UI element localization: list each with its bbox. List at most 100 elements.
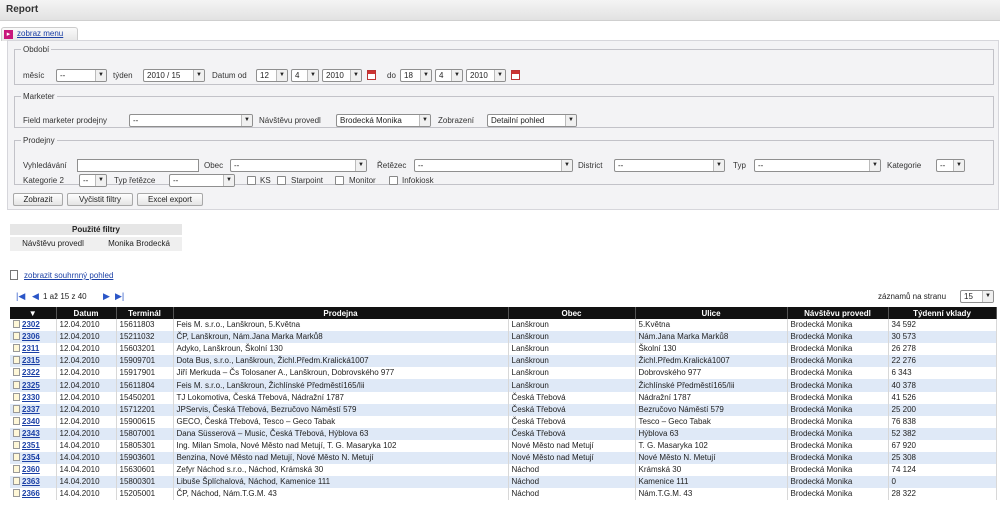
terminal-column-header[interactable]: Terminál (116, 307, 174, 319)
record-link[interactable]: 2302 (22, 320, 40, 329)
edit-icon[interactable] (13, 489, 20, 498)
record-link[interactable]: 2366 (22, 489, 40, 498)
field-marketer-label: Field marketer prodejny (23, 116, 108, 125)
edit-icon[interactable] (13, 465, 20, 474)
terminal-cell: 15909701 (116, 355, 174, 368)
edit-icon[interactable] (13, 356, 20, 365)
starpoint-checkbox[interactable] (277, 176, 286, 185)
od-year-select[interactable]: 2010 ▼ (322, 69, 362, 82)
table-row[interactable]: 2337 12.04.2010 15712201 JPServis, Česká Tř… (10, 403, 997, 416)
navstevu-select[interactable]: Brodecká Monika ▼ (336, 114, 431, 127)
kategorie2-select[interactable]: -- ▼ (79, 174, 107, 187)
kategorie-select[interactable]: -- ▼ (936, 159, 965, 172)
first-page-icon[interactable]: |◀ (16, 291, 25, 302)
field-marketer-select[interactable]: -- ▼ (129, 114, 253, 127)
table-row[interactable]: 2340 12.04.2010 15900615 GECO, Česká Třebov… (10, 415, 997, 428)
edit-icon[interactable] (13, 404, 20, 413)
record-link[interactable]: 2337 (22, 405, 40, 414)
edit-icon[interactable] (13, 477, 20, 486)
street-cell: 5.Května (635, 319, 788, 332)
obec-select[interactable]: -- ▼ (230, 159, 367, 172)
record-link[interactable]: 2360 (22, 465, 40, 474)
menu-toggle-tab[interactable]: ▸ zobraz menu (1, 27, 78, 41)
vklady-column-header[interactable]: Týdenní vklady (888, 307, 997, 319)
record-link[interactable]: 2306 (22, 332, 40, 341)
table-row[interactable]: 2363 14.04.2010 15800301 Libuše Šplíchalová… (10, 476, 997, 489)
edit-icon[interactable] (13, 320, 20, 329)
table-row[interactable]: 2354 14.04.2010 15903601 Benzina, Nové Měst… (10, 452, 997, 465)
retezec-select[interactable]: -- ▼ (414, 159, 573, 172)
id-cell: 2315 (10, 355, 57, 368)
visitor-cell: Brodecká Monika (787, 439, 889, 453)
zobrazeni-select[interactable]: Detailní pohled ▼ (487, 114, 577, 127)
ulice-column-header[interactable]: Ulice (635, 307, 788, 319)
table-row[interactable]: 2360 14.04.2010 15630601 Zefyr Náchod s.r.o… (10, 464, 997, 477)
mesic-select[interactable]: -- ▼ (56, 69, 107, 82)
per-page-select[interactable]: 15 ▼ (960, 290, 994, 303)
record-link[interactable]: 2351 (22, 441, 40, 450)
table-row[interactable]: 2351 14.04.2010 15805301 Ing. Milan Smola, … (10, 439, 997, 453)
edit-icon[interactable] (13, 428, 20, 437)
street-cell: Školní 130 (635, 343, 788, 356)
edit-icon[interactable] (13, 344, 20, 353)
record-link[interactable]: 2330 (22, 393, 40, 402)
monitor-checkbox[interactable] (335, 176, 344, 185)
edit-icon[interactable] (13, 368, 20, 377)
show-menu-link[interactable]: zobraz menu (17, 29, 63, 38)
do-month-select[interactable]: 4 ▼ (435, 69, 463, 82)
prodejna-column-header[interactable]: Prodejna (173, 307, 509, 319)
navstevu-column-header[interactable]: Návštěvu provedl (787, 307, 889, 319)
next-page-icon[interactable]: ▶ (103, 291, 110, 302)
last-page-icon[interactable]: ▶| (115, 291, 124, 302)
table-row[interactable]: 2315 12.04.2010 15909701 Dota Bus, s.r.o., … (10, 355, 997, 368)
table-row[interactable]: 2366 14.04.2010 15205001 ČP, Náchod, Nám.T.… (10, 488, 997, 501)
typ-retezce-select[interactable]: -- ▼ (169, 174, 235, 187)
sort-column-header[interactable]: ▼ (10, 307, 57, 319)
table-row[interactable]: 2302 12.04.2010 15611803 Feis M. s.r.o., La… (10, 319, 997, 332)
edit-icon[interactable] (13, 332, 20, 341)
record-link[interactable]: 2340 (22, 417, 40, 426)
deposits-cell: 25 308 (888, 452, 997, 465)
clear-filters-button[interactable]: Vyčistit filtry (67, 193, 133, 206)
od-day-select[interactable]: 12 ▼ (256, 69, 288, 82)
od-month-select[interactable]: 4 ▼ (291, 69, 319, 82)
edit-icon[interactable] (13, 392, 20, 401)
district-select[interactable]: -- ▼ (614, 159, 725, 172)
edit-icon[interactable] (13, 453, 20, 462)
record-link[interactable]: 2311 (22, 344, 39, 353)
table-row[interactable]: 2306 12.04.2010 15211032 ČP, Lanškroun, Nám… (10, 331, 997, 344)
table-row[interactable]: 2311 12.04.2010 15603201 Adyko, Lanškroun, … (10, 343, 997, 356)
infokiosk-checkbox[interactable] (389, 176, 398, 185)
record-link[interactable]: 2343 (22, 429, 40, 438)
calendar-icon[interactable] (511, 70, 520, 80)
datum-column-header[interactable]: Datum (56, 307, 117, 319)
table-row[interactable]: 2343 12.04.2010 15807001 Dana Süsserová – M… (10, 427, 997, 440)
zobrazit-button[interactable]: Zobrazit (13, 193, 63, 206)
tyden-select[interactable]: 2010 / 15 ▼ (143, 69, 205, 82)
do-day-select[interactable]: 18 ▼ (400, 69, 432, 82)
chevron-down-icon: ▼ (355, 160, 366, 171)
report-table: ▼ Datum Terminál Prodejna Obec Ulice Náv… (10, 307, 997, 501)
search-input[interactable] (77, 159, 199, 172)
record-link[interactable]: 2325 (22, 381, 40, 390)
record-link[interactable]: 2354 (22, 453, 40, 462)
table-row[interactable]: 2322 12.04.2010 15917901 Jiří Merkuda – Čs … (10, 367, 997, 380)
ks-checkbox[interactable] (247, 176, 256, 185)
edit-icon[interactable] (13, 416, 20, 425)
table-row[interactable]: 2330 12.04.2010 15450201 TJ Lokomotiva, Čes… (10, 391, 997, 404)
prev-page-icon[interactable]: ◀ (32, 291, 39, 302)
record-link[interactable]: 2315 (22, 356, 40, 365)
date-cell: 12.04.2010 (56, 403, 117, 416)
typ-select[interactable]: -- ▼ (754, 159, 881, 172)
obec-column-header[interactable]: Obec (508, 307, 636, 319)
record-link[interactable]: 2322 (22, 368, 40, 377)
calendar-icon[interactable] (367, 70, 376, 80)
record-link[interactable]: 2363 (22, 477, 40, 486)
excel-export-button[interactable]: Excel export (137, 193, 203, 206)
table-row[interactable]: 2325 12.04.2010 15611804 Feis M. s.r.o., La… (10, 379, 997, 392)
do-year-select[interactable]: 2010 ▼ (466, 69, 506, 82)
store-cell: Benzina, Nové Město nad Metují, Nové Měs… (173, 452, 509, 465)
summary-view-link[interactable]: zobrazit souhrnný pohled (24, 271, 113, 280)
edit-icon[interactable] (13, 380, 20, 389)
edit-icon[interactable] (13, 440, 20, 449)
